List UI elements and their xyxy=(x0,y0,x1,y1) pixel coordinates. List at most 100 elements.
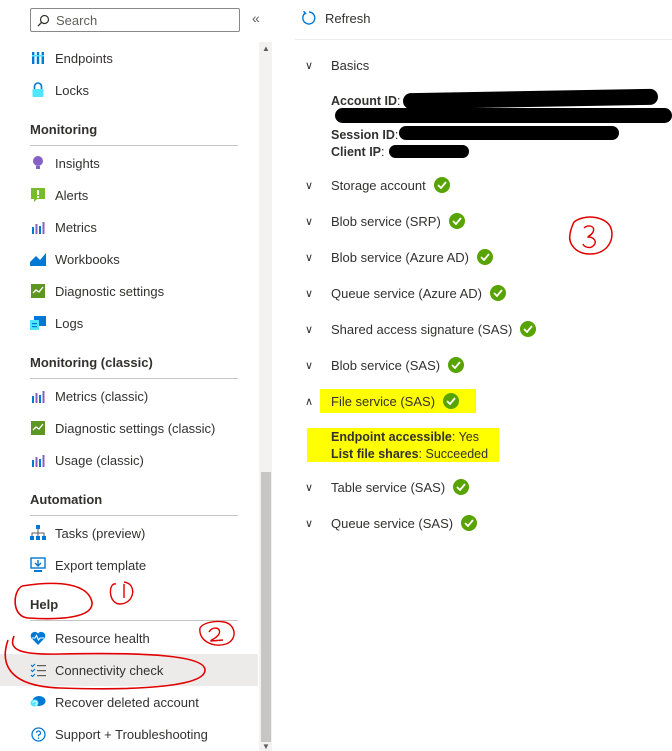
refresh-button[interactable]: Refresh xyxy=(301,10,371,26)
sidebar-item-diagnostic-settings[interactable]: Diagnostic settings xyxy=(0,275,258,307)
chevron-down-icon: ∨ xyxy=(305,287,314,300)
sidebar-item-workbooks[interactable]: Workbooks xyxy=(0,243,258,275)
sidebar-item-label: Workbooks xyxy=(55,251,120,267)
connectivity-check-pane: Refresh ∨ Basics Account ID: Session ID:… xyxy=(295,0,672,751)
endpoint-accessible-row: Endpoint accessible: Yes xyxy=(331,430,480,444)
redaction-mark xyxy=(402,88,659,110)
session-id-row: Session ID: xyxy=(331,128,399,142)
success-check-icon xyxy=(433,177,450,193)
endpoint-accessible-label: Endpoint accessible xyxy=(331,430,452,444)
check-blob-service-azure-ad[interactable]: ∨ Blob service (Azure AD) xyxy=(305,245,493,269)
sidebar-item-label: Alerts xyxy=(55,187,89,203)
tasks-icon xyxy=(30,525,46,541)
success-check-icon xyxy=(453,479,470,495)
sidebar-item-label: Insights xyxy=(55,155,100,171)
sidebar-item-metrics[interactable]: Metrics xyxy=(0,211,258,243)
chevron-down-icon: ∨ xyxy=(305,517,314,530)
chevron-down-icon: ∨ xyxy=(305,215,314,228)
sidebar-item-label: Recover deleted account xyxy=(55,694,199,710)
sidebar-item-label: Diagnostic settings xyxy=(55,283,165,299)
client-ip-label: Client IP xyxy=(331,145,382,159)
success-check-icon xyxy=(461,515,478,531)
chevron-down-icon: ∨ xyxy=(305,251,314,264)
check-file-service-sas[interactable]: ∧ File service (SAS) xyxy=(305,389,460,413)
sidebar-item-label: Usage (classic) xyxy=(55,452,144,468)
search-icon xyxy=(37,14,50,26)
check-queue-service-azure-ad[interactable]: ∨ Queue service (Azure AD) xyxy=(305,281,507,305)
collapse-menu-icon[interactable]: « xyxy=(252,10,260,26)
sidebar-item-usage-classic[interactable]: Usage (classic) xyxy=(0,444,258,476)
sidebar-item-endpoints[interactable]: Endpoints xyxy=(0,42,258,74)
chevron-down-icon: ∨ xyxy=(305,179,314,192)
metrics-icon xyxy=(30,452,46,468)
divider xyxy=(30,145,238,146)
endpoints-icon xyxy=(30,50,46,66)
scroll-down-icon[interactable]: ▼ xyxy=(262,742,270,751)
sidebar-item-label: Resource health xyxy=(55,630,150,646)
check-queue-service-sas[interactable]: ∨ Queue service (SAS) xyxy=(305,511,478,535)
sidebar-item-resource-health[interactable]: Resource health xyxy=(0,622,258,654)
sidebar-item-connectivity-check[interactable]: Connectivity check xyxy=(0,654,258,686)
sidebar-item-metrics-classic[interactable]: Metrics (classic) xyxy=(0,380,258,412)
list-file-shares-value: Succeeded xyxy=(425,447,489,461)
success-check-icon xyxy=(520,321,537,337)
check-label: Table service (SAS) xyxy=(331,479,446,495)
check-label: Shared access signature (SAS) xyxy=(331,321,513,337)
sidebar-item-tasks-preview[interactable]: Tasks (preview) xyxy=(0,517,258,549)
refresh-label: Refresh xyxy=(325,10,371,26)
chevron-down-icon: ∨ xyxy=(305,59,314,72)
insights-icon xyxy=(30,155,46,171)
check-label: Blob service (SRP) xyxy=(331,213,441,229)
check-storage-account[interactable]: ∨ Storage account xyxy=(305,173,450,197)
scroll-up-icon[interactable]: ▲ xyxy=(262,44,270,53)
workbooks-icon xyxy=(30,251,46,267)
sidebar-item-insights[interactable]: Insights xyxy=(0,147,258,179)
search-input[interactable]: Search xyxy=(30,8,240,32)
sidebar-scrollbar[interactable]: ▲ ▼ xyxy=(259,42,272,751)
sidebar-item-export-template[interactable]: Export template xyxy=(0,549,258,581)
check-label: Storage account xyxy=(331,177,426,193)
alerts-icon xyxy=(30,187,46,203)
sidebar-item-logs[interactable]: Logs xyxy=(0,307,258,339)
export-template-icon xyxy=(30,557,46,573)
scrollbar-thumb[interactable] xyxy=(261,472,271,742)
recover-icon xyxy=(30,694,46,710)
success-check-icon xyxy=(448,357,465,373)
sidebar-item-locks[interactable]: Locks xyxy=(0,74,258,106)
success-check-icon xyxy=(448,213,465,229)
metrics-icon xyxy=(30,388,46,404)
heart-icon xyxy=(30,630,46,646)
sidebar-item-label: Support + Troubleshooting xyxy=(55,726,208,742)
section-automation: Automation xyxy=(30,492,103,507)
check-table-service-sas[interactable]: ∨ Table service (SAS) xyxy=(305,475,470,499)
check-shared-access-signature[interactable]: ∨ Shared access signature (SAS) xyxy=(305,317,537,341)
session-id-label: Session ID xyxy=(331,128,395,142)
check-blob-service-sas[interactable]: ∨ Blob service (SAS) xyxy=(305,353,465,377)
sidebar-item-label: Metrics xyxy=(55,219,97,235)
divider xyxy=(30,515,238,516)
section-basics[interactable]: ∨ Basics xyxy=(305,53,369,77)
check-label: Blob service (Azure AD) xyxy=(331,249,469,265)
lock-icon xyxy=(30,82,46,98)
sidebar-item-recover-deleted-account[interactable]: Recover deleted account xyxy=(0,686,258,718)
sidebar-item-diagnostic-settings-classic[interactable]: Diagnostic settings (classic) xyxy=(0,412,258,444)
sidebar-item-label: Endpoints xyxy=(55,50,113,66)
divider xyxy=(30,620,238,621)
list-file-shares-row: List file shares: Succeeded xyxy=(331,447,489,461)
sidebar-item-alerts[interactable]: Alerts xyxy=(0,179,258,211)
resource-menu: Search « Endpoints Locks Monitoring Insi… xyxy=(0,0,275,751)
redaction-mark xyxy=(389,145,469,158)
diagnostic-settings-icon xyxy=(30,420,46,436)
section-monitoring: Monitoring xyxy=(30,122,98,137)
chevron-down-icon: ∨ xyxy=(305,323,314,336)
check-label: Queue service (SAS) xyxy=(331,515,454,531)
checklist-icon xyxy=(30,662,46,678)
sidebar-item-label: Connectivity check xyxy=(55,662,164,678)
section-monitoring-classic: Monitoring (classic) xyxy=(30,355,153,370)
help-icon xyxy=(30,726,46,742)
sidebar-item-support-troubleshooting[interactable]: Support + Troubleshooting xyxy=(0,718,258,750)
command-bar: Refresh xyxy=(295,0,672,40)
check-label: File service (SAS) xyxy=(331,393,436,409)
account-id-label: Account ID xyxy=(331,94,397,108)
check-blob-service-srp[interactable]: ∨ Blob service (SRP) xyxy=(305,209,465,233)
